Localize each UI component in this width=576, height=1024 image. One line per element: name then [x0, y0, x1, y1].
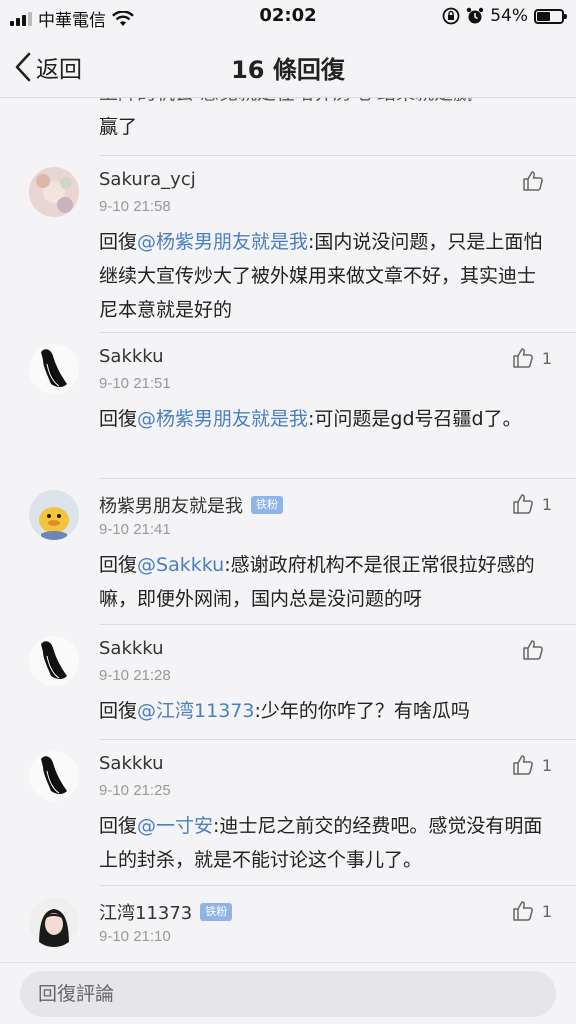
nav-bar: 返回 16 條回復 [0, 36, 576, 98]
mention-link[interactable]: @杨紫男朋友就是我 [137, 408, 308, 430]
alarm-icon [467, 7, 484, 24]
timestamp: 9-10 21:58 [99, 198, 171, 215]
thumbs-up-icon [513, 755, 533, 775]
reply-content: :少年的你咋了？有啥瓜吗 [254, 700, 470, 722]
avatar[interactable] [29, 490, 79, 540]
like-button[interactable]: 1 [512, 754, 552, 776]
username[interactable]: Sakkku [99, 638, 164, 659]
timestamp: 9-10 21:41 [99, 521, 171, 538]
reply-text: 回復@一寸安:迪士尼之前交的经费吧。感觉没有明面上的封杀，就是不能讨论这个事儿了… [99, 809, 549, 877]
like-button[interactable]: 1 [512, 900, 552, 922]
reply-content: :可问题是gd号召疆d了。 [308, 408, 522, 430]
like-count: 1 [541, 755, 552, 775]
username[interactable]: Sakkku [99, 753, 164, 774]
battery-percent: 54% [490, 6, 528, 26]
username[interactable]: Sakkku [99, 346, 164, 367]
reply-prefix: 回復 [99, 408, 138, 430]
avatar[interactable] [29, 636, 79, 686]
username-text: Sakkku [99, 638, 164, 659]
previous-comment-line: 上降的机会 感觉就是在培养房吧 结果就是赢 [99, 98, 549, 110]
reply-item: Sakkku 9-10 21:51 1 回復@杨紫男朋友就是我:可问题是gd号召… [0, 332, 576, 478]
mention-link[interactable]: @杨紫男朋友就是我 [137, 231, 308, 253]
timestamp: 9-10 21:10 [99, 928, 171, 945]
reply-input-bar [0, 962, 576, 1024]
reply-text: 回復@杨紫男朋友就是我:可问题是gd号召疆d了。 [99, 402, 549, 436]
previous-comment-line: 赢了 [99, 116, 138, 138]
reply-item: Sakkku 9-10 21:28 回復@江湾11373:少年的你咋了？有啥瓜吗 [0, 624, 576, 739]
rotation-lock-icon [442, 7, 460, 25]
username-text: Sakkku [99, 753, 164, 774]
fan-badge: 铁粉 [200, 903, 233, 921]
thumbs-up-icon [523, 171, 543, 191]
battery-icon [534, 8, 567, 24]
thumbs-up-icon [513, 494, 533, 514]
reply-text: 回復@江湾11373:少年的你咋了？有啥瓜吗 [99, 694, 549, 728]
timestamp: 9-10 21:28 [99, 667, 171, 684]
reply-prefix: 回復 [99, 700, 138, 722]
like-count: 1 [541, 348, 552, 368]
reply-item: Sakura_ycj 9-10 21:58 回復@杨紫男朋友就是我:国内说没问题… [0, 155, 576, 332]
avatar[interactable] [29, 167, 79, 217]
thumbs-up-icon [513, 901, 533, 921]
like-count: 1 [541, 494, 552, 514]
reply-text: 回復@Sakkku:感谢政府机构不是很正常很拉好感的嘛，即便外网闹，国内总是没问… [99, 548, 549, 616]
previous-comment-text: 上降的机会 感觉就是在培养房吧 结果就是赢 赢了 [99, 98, 549, 144]
timestamp: 9-10 21:25 [99, 782, 171, 799]
reply-prefix: 回復 [99, 231, 138, 253]
like-button[interactable] [522, 170, 552, 192]
username[interactable]: 杨紫男朋友就是我 铁粉 [99, 492, 283, 518]
username-text: 杨紫男朋友就是我 [99, 496, 243, 517]
reply-item: Sakkku 9-10 21:25 1 回復@一寸安:迪士尼之前交的经费吧。感觉… [0, 739, 576, 885]
reply-prefix: 回復 [99, 554, 138, 576]
thumbs-up-icon [513, 348, 533, 368]
reply-text: 回復@杨紫男朋友就是我:国内说没问题，只是上面怕继续大宣传炒大了被外媒用来做文章… [99, 225, 549, 327]
status-bar: 中華電信 02:02 54% [0, 0, 576, 36]
reply-list[interactable]: 上降的机会 感觉就是在培养房吧 结果就是赢 赢了 Sakura_ycj 9-10… [0, 98, 576, 962]
reply-item: 江湾11373 铁粉 9-10 21:10 1 [0, 885, 576, 962]
timestamp: 9-10 21:51 [99, 375, 171, 392]
reply-prefix: 回復 [99, 815, 138, 837]
like-button[interactable]: 1 [512, 347, 552, 369]
page-title: 16 條回復 [231, 56, 345, 84]
username[interactable]: 江湾11373 铁粉 [99, 899, 233, 925]
mention-link[interactable]: @Sakkku [137, 554, 224, 576]
thumbs-up-icon [523, 640, 543, 660]
username-text: Sakura_ycj [99, 169, 196, 190]
like-button[interactable]: 1 [512, 493, 552, 515]
avatar[interactable] [29, 897, 79, 947]
like-button[interactable] [522, 639, 552, 661]
username-text: 江湾11373 [99, 903, 193, 924]
like-count: 1 [541, 901, 552, 921]
fan-badge: 铁粉 [251, 496, 283, 514]
avatar[interactable] [29, 344, 79, 394]
username-text: Sakkku [99, 346, 164, 367]
reply-comment-input[interactable] [20, 971, 556, 1017]
reply-item: 杨紫男朋友就是我 铁粉 9-10 21:41 1 回復@Sakkku:感谢政府机构… [0, 478, 576, 624]
mention-link[interactable]: @一寸安 [137, 815, 213, 837]
mention-link[interactable]: @江湾11373 [137, 700, 254, 722]
status-right: 54% [442, 6, 567, 26]
username[interactable]: Sakura_ycj [99, 169, 196, 190]
avatar[interactable] [29, 751, 79, 801]
